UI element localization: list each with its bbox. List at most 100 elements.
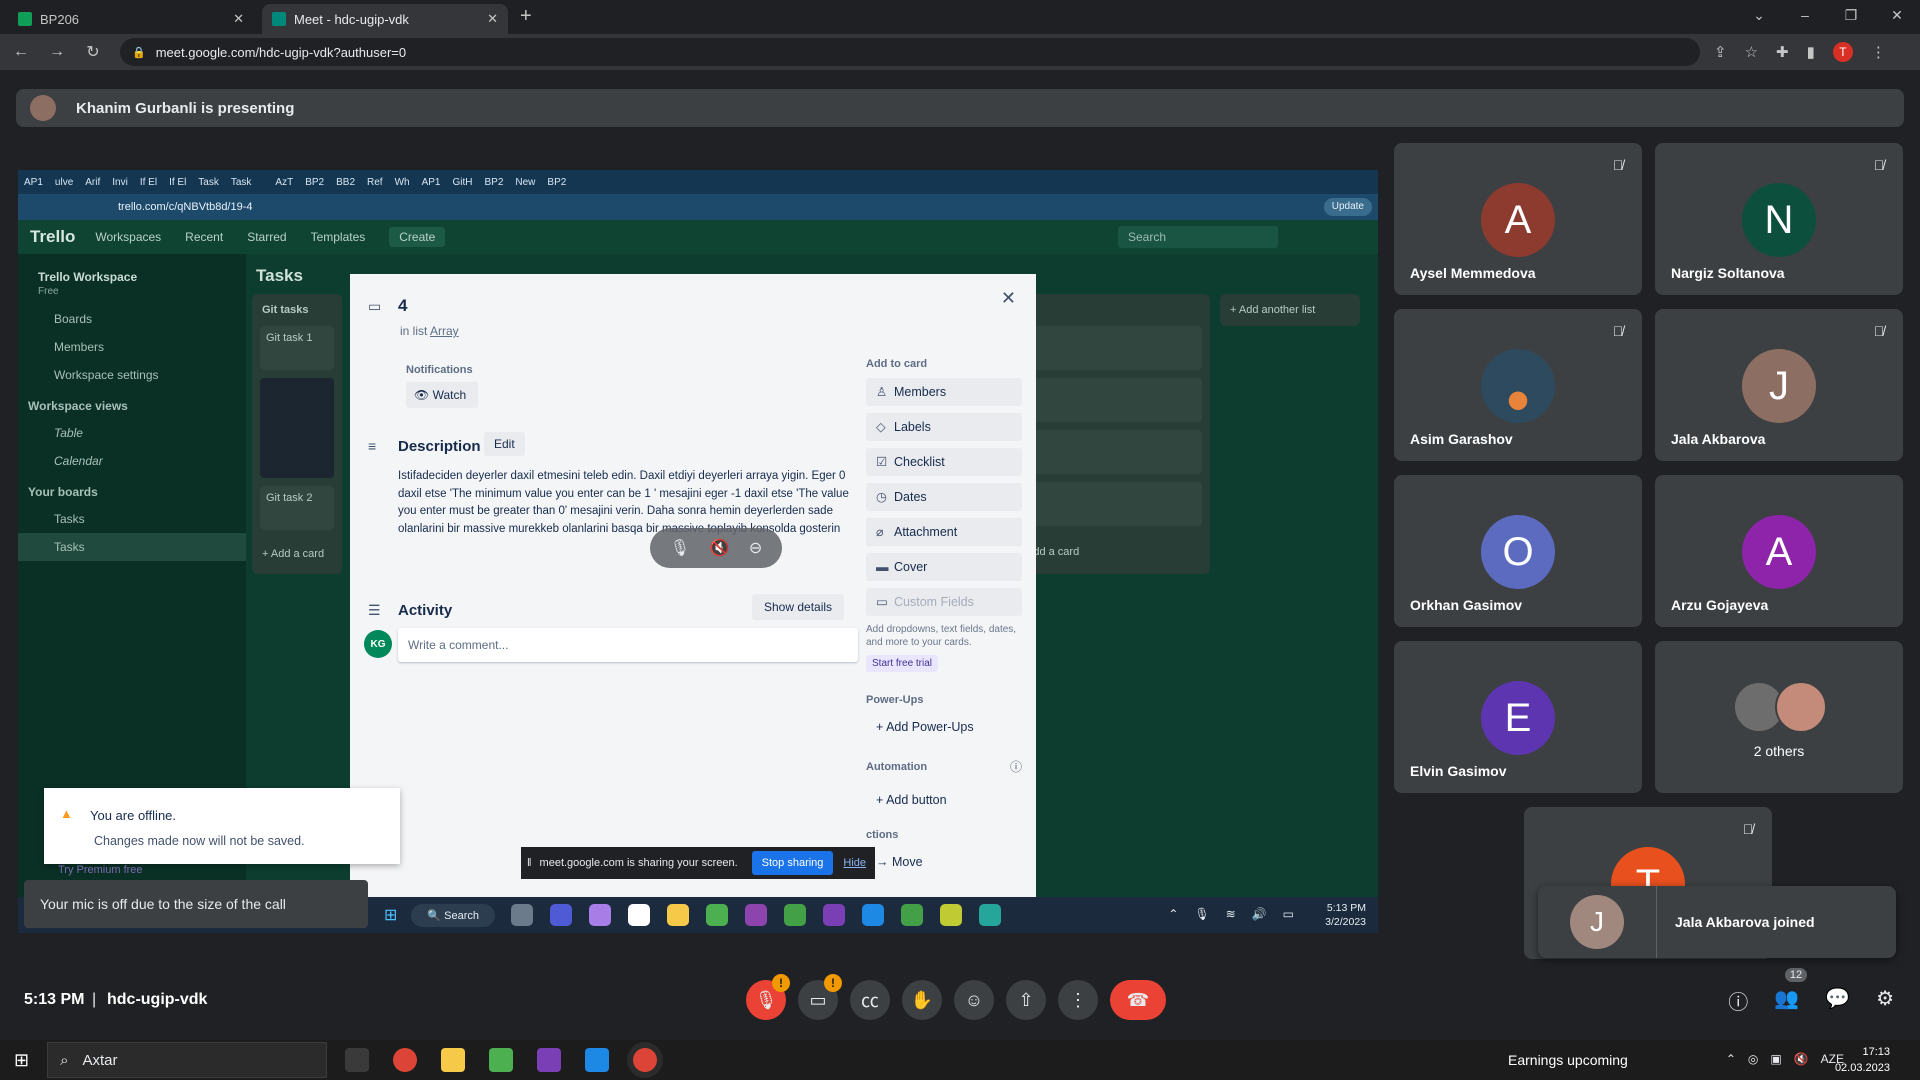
file-explorer-icon[interactable] (441, 1048, 466, 1072)
camera-icon[interactable]: ◎ (1748, 1052, 1758, 1066)
shared-tab: Ref (367, 176, 383, 188)
call-controls: 🎙! ▭! ㏄ ✋ ☺ ⇧ ⋮ ☎ (746, 974, 1166, 1020)
app-icon (511, 904, 534, 926)
mute-pill-overlay: 🎙 🔇 ⊖ (650, 528, 782, 568)
emoji-button[interactable]: ☺ (954, 980, 994, 1020)
close-tab-icon[interactable]: ✕ (233, 11, 244, 27)
address-bar-row: ← → ↻ 🔒 meet.google.com/hdc-ugip-vdk?aut… (0, 34, 1920, 70)
info-icon[interactable]: ⓘ (1728, 986, 1748, 1015)
chevron-up-icon: ⌃ (1168, 907, 1179, 921)
comment-input: Write a comment... (398, 628, 858, 662)
list-array: Add a card (1016, 294, 1210, 574)
minimize-button[interactable]: – (1782, 7, 1828, 23)
windows-start-icon[interactable]: ⊞ (14, 1050, 29, 1071)
activities-icon[interactable]: ⚙ (1876, 986, 1894, 1015)
presenting-banner: Khanim Gurbanli is presenting (16, 89, 1904, 127)
sidepanel-icon[interactable]: ▮ (1807, 43, 1815, 61)
lock-icon[interactable]: 🔒 (132, 46, 146, 59)
board-link-active: Tasks (18, 533, 246, 561)
captions-button[interactable]: ㏄ (850, 980, 890, 1020)
restore-button[interactable]: ❐ (1828, 7, 1874, 24)
shared-tab: AzT (275, 176, 294, 188)
meeting-controls-bar: 5:13 PM | hdc-ugip-vdk 🎙! ▭! ㏄ ✋ ☺ ⇧ ⋮ ☎… (0, 966, 1920, 1034)
checklist-button: ☑ Checklist (866, 448, 1022, 476)
participant-tile[interactable]: 🎙̸ Asim Garashov (1394, 309, 1642, 461)
card-modal: ▭ 4 in list Array ✕ Notifications 👁 Watc… (350, 274, 1036, 933)
add-button-button: + Add button (876, 793, 947, 807)
visual-studio-icon[interactable] (537, 1048, 562, 1072)
tab-meet[interactable]: Meet - hdc-ugip-vdk ✕ (262, 4, 508, 34)
windows-start-icon: ⊞ (384, 907, 398, 924)
people-icon[interactable]: 👥 12 (1774, 967, 1808, 1015)
screen-share-bar: ‖ meet.google.com is sharing your screen… (521, 847, 875, 879)
muted-mic-icon: 🎙̸ (1612, 157, 1624, 173)
vscode-icon[interactable] (585, 1048, 610, 1072)
others-tile[interactable]: 2 others (1655, 641, 1903, 793)
paperclip-icon: ⌀ (876, 525, 884, 539)
list-title: Git tasks (262, 304, 309, 316)
cover-icon: ▬ (876, 560, 889, 574)
participant-tile[interactable]: 🎙̸ N Nargiz Soltanova (1655, 143, 1903, 295)
stop-sharing-button: Stop sharing (751, 851, 834, 875)
taskbar-clock[interactable]: 17:13 02.03.2023 (1835, 1044, 1890, 1076)
participant-tile[interactable]: A Arzu Gojayeva (1655, 475, 1903, 627)
present-button[interactable]: ⇧ (1006, 980, 1046, 1020)
share-icon[interactable]: ⇪ (1714, 43, 1727, 61)
volume-muted-icon[interactable]: 🔇 (1794, 1052, 1809, 1066)
app-icon (550, 904, 573, 926)
taskbar-search[interactable]: ⌕ Axtar (47, 1042, 328, 1078)
forward-icon[interactable]: → (42, 43, 72, 61)
participant-tile[interactable]: 🎙̸ J Jala Akbarova (1655, 309, 1903, 461)
sidebar-item-settings: Workspace settings (54, 368, 159, 382)
joined-text: Jala Akbarova joined (1675, 914, 1815, 930)
raise-hand-button[interactable]: ✋ (902, 980, 942, 1020)
back-icon[interactable]: ← (6, 43, 36, 61)
mic-toggle-button[interactable]: 🎙! (746, 974, 790, 1020)
people-count: 12 (1784, 967, 1808, 982)
list-card (1024, 326, 1202, 370)
profile-avatar[interactable]: T (1832, 42, 1853, 62)
presenting-text: Khanim Gurbanli is presenting (76, 99, 295, 117)
participant-tile[interactable]: E Elvin Gasimov (1394, 641, 1642, 793)
close-window-button[interactable]: ✕ (1874, 7, 1920, 24)
list-card (1024, 482, 1202, 526)
participant-tile[interactable]: O Orkhan Gasimov (1394, 475, 1642, 627)
warning-icon: ▲ (60, 806, 73, 821)
news-widget[interactable]: Earnings upcoming (1508, 1052, 1628, 1068)
sidebar-item-members: Members (54, 340, 105, 354)
camera-toggle-button[interactable]: ▭! (798, 974, 842, 1020)
volume-icon: 🔊 (1251, 907, 1267, 921)
tab-bp206[interactable]: BP206 ✕ (8, 4, 254, 34)
chrome-icon[interactable] (393, 1048, 418, 1072)
chevron-up-icon[interactable]: ⌃ (1726, 1052, 1736, 1066)
chat-icon[interactable]: 💬 (1825, 986, 1850, 1015)
avatar: A (1481, 183, 1555, 257)
new-tab-button[interactable]: + (520, 5, 532, 28)
close-tab-icon[interactable]: ✕ (487, 11, 498, 27)
system-tray: ⌃ ◎ ▣ 🔇 AZE (1726, 1052, 1844, 1066)
url-field[interactable]: 🔒 meet.google.com/hdc-ugip-vdk?authuser=… (120, 38, 1700, 66)
list-card (1024, 430, 1202, 474)
chrome-active-icon[interactable] (633, 1048, 658, 1072)
participant-tile[interactable]: 🎙̸ A Aysel Memmedova (1394, 143, 1642, 295)
app-icon (667, 904, 690, 926)
checklist-icon: ☑ (876, 455, 888, 469)
leave-call-button[interactable]: ☎ (1110, 980, 1166, 1020)
task-view-icon[interactable] (345, 1048, 370, 1072)
add-card-link: + Add a card (262, 548, 325, 560)
bookmark-star-icon[interactable]: ☆ (1745, 43, 1758, 61)
menu-kebab-icon[interactable]: ⋮ (1871, 43, 1886, 61)
avatar: N (1742, 183, 1816, 257)
watch-button: 👁 Watch (406, 382, 478, 408)
workspace-plan: Free (38, 286, 59, 297)
window-controls: ⌄ – ❐ ✕ (1736, 0, 1920, 30)
extensions-icon[interactable]: ✚ (1776, 43, 1789, 61)
tab-search-icon[interactable]: ⌄ (1736, 7, 1782, 24)
app-icon[interactable] (489, 1048, 514, 1072)
add-powerups-button: + Add Power-Ups (876, 720, 974, 734)
update-button: Update (1323, 198, 1372, 216)
wifi-icon: ≋ (1225, 907, 1236, 921)
network-icon[interactable]: ▣ (1770, 1052, 1781, 1066)
more-options-button[interactable]: ⋮ (1058, 980, 1098, 1020)
reload-icon[interactable]: ↻ (78, 42, 108, 62)
